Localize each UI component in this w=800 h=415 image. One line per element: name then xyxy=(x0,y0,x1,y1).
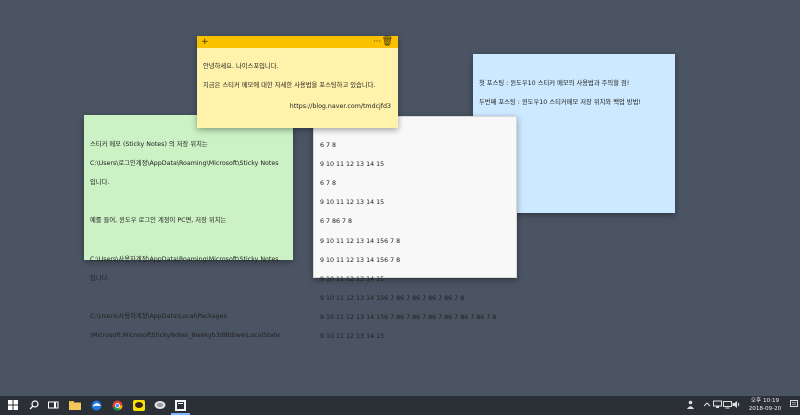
clock-time: 오후 10:19 xyxy=(750,398,780,404)
note-line: 6 7 8 xyxy=(320,141,337,149)
note-line xyxy=(90,197,287,207)
volume-icon[interactable] xyxy=(732,400,741,413)
delete-note-icon[interactable]: 🗑 xyxy=(382,36,393,48)
chrome-icon[interactable] xyxy=(111,399,124,412)
note-line: 9 10 11 12 13 14 15 xyxy=(320,333,385,341)
note-text[interactable]: 스티커 메모 (Sticky Notes) 의 저장 위치는 C:\Users\… xyxy=(84,115,293,351)
note-line: 9 10 11 12 13 14 156 7 86 7 86 7 86 7 86… xyxy=(320,295,465,303)
note-line: 9 10 11 12 13 14 156 7 8 xyxy=(320,237,401,245)
clock-date: 2018-09-20 xyxy=(748,406,782,412)
note-line: 입니다. xyxy=(90,274,110,282)
sticky-notes-icon[interactable] xyxy=(171,399,190,415)
note-line: 두번째 포스팅 : 윈도우10 스티커메모 저장 위치와 백업 방법! xyxy=(479,98,641,106)
sticky-note-green[interactable]: 스티커 메모 (Sticky Notes) 의 저장 위치는 C:\Users\… xyxy=(84,115,293,339)
chevron-up-icon[interactable] xyxy=(703,400,711,412)
file-explorer-icon[interactable] xyxy=(68,399,81,412)
note-line: 예를 들어, 윈도우 로그인 계정이 PC면, 저장 위치는 xyxy=(90,217,227,225)
note-line: 입니다. xyxy=(90,178,110,186)
add-note-icon[interactable]: + xyxy=(201,36,209,48)
system-clock[interactable]: 오후 10:19 2018-09-20 xyxy=(743,397,787,413)
note-line: 6 7 8 xyxy=(320,179,337,187)
app-icon[interactable] xyxy=(153,399,166,412)
note-line: 9 10 11 12 13 14 156 7 86 7 86 7 86 7 86… xyxy=(320,314,497,322)
note-line: C:\Users\사용자계정\AppData\Roaming\Microsoft… xyxy=(90,255,279,263)
more-options-icon[interactable]: ··· xyxy=(373,36,381,48)
note-line: C:\Users\사용자계정\AppData\Local\Packages xyxy=(90,313,227,321)
blog-link[interactable]: https://blog.naver.com/tmdcjfd3 xyxy=(290,102,391,112)
note-line xyxy=(90,293,287,303)
task-view-icon[interactable] xyxy=(47,399,60,412)
note-line: 첫 포스팅 : 윈도우10 스티커 메모의 사용법과 주의할 점! xyxy=(479,79,630,87)
person-icon[interactable] xyxy=(686,400,695,413)
sticky-note-yellow[interactable]: + ··· 🗑 안녕하세요. 나이스포입니다. 지금은 스티커 메모에 대한 자… xyxy=(197,36,398,128)
note-text[interactable]: 6 7 8 9 10 11 12 13 14 15 6 7 8 9 10 11 … xyxy=(314,117,516,352)
notification-icon[interactable] xyxy=(790,400,798,411)
note-line: C:\Users\로그인계정\AppData\Roaming\Microsoft… xyxy=(90,159,279,167)
kakaotalk-icon[interactable] xyxy=(132,399,145,412)
sticky-note-white[interactable]: 6 7 8 9 10 11 12 13 14 15 6 7 8 9 10 11 … xyxy=(313,116,517,340)
taskbar: 오후 10:19 2018-09-20 xyxy=(0,396,800,415)
note-text[interactable]: 첫 포스팅 : 윈도우10 스티커 메모의 사용법과 주의할 점! 두번째 포스… xyxy=(473,54,675,117)
note-line: 9 10 11 12 13 14 15 xyxy=(320,160,385,168)
note-line: 스티커 메모 (Sticky Notes) 의 저장 위치는 xyxy=(90,140,208,148)
note-line: 9 10 11 12 13 14 15 xyxy=(320,199,385,207)
search-icon[interactable] xyxy=(27,399,40,412)
note-titlebar[interactable]: + ··· 🗑 xyxy=(197,36,398,48)
note-line: 9 10 11 12 13 14 156 7 8 xyxy=(320,256,401,264)
note-line: 9 10 11 12 13 14 15 xyxy=(320,275,385,283)
note-line: 지금은 스티커 메모에 대한 자세한 사용법을 포스팅하고 있습니다. xyxy=(203,81,376,89)
edge-icon[interactable] xyxy=(90,399,103,412)
note-line xyxy=(90,236,287,246)
windows-icon[interactable] xyxy=(6,399,19,412)
note-text[interactable]: 안녕하세요. 나이스포입니다. 지금은 스티커 메모에 대한 자세한 사용법을 … xyxy=(197,48,398,100)
network-icon[interactable] xyxy=(713,400,722,413)
note-line: 6 7 86 7 8 xyxy=(320,218,353,226)
monitor-icon[interactable] xyxy=(723,400,732,413)
note-line: \Microsoft.MicrosoftStickyNotes_8wekyb3d… xyxy=(90,332,280,340)
note-line: 안녕하세요. 나이스포입니다. xyxy=(203,62,279,70)
